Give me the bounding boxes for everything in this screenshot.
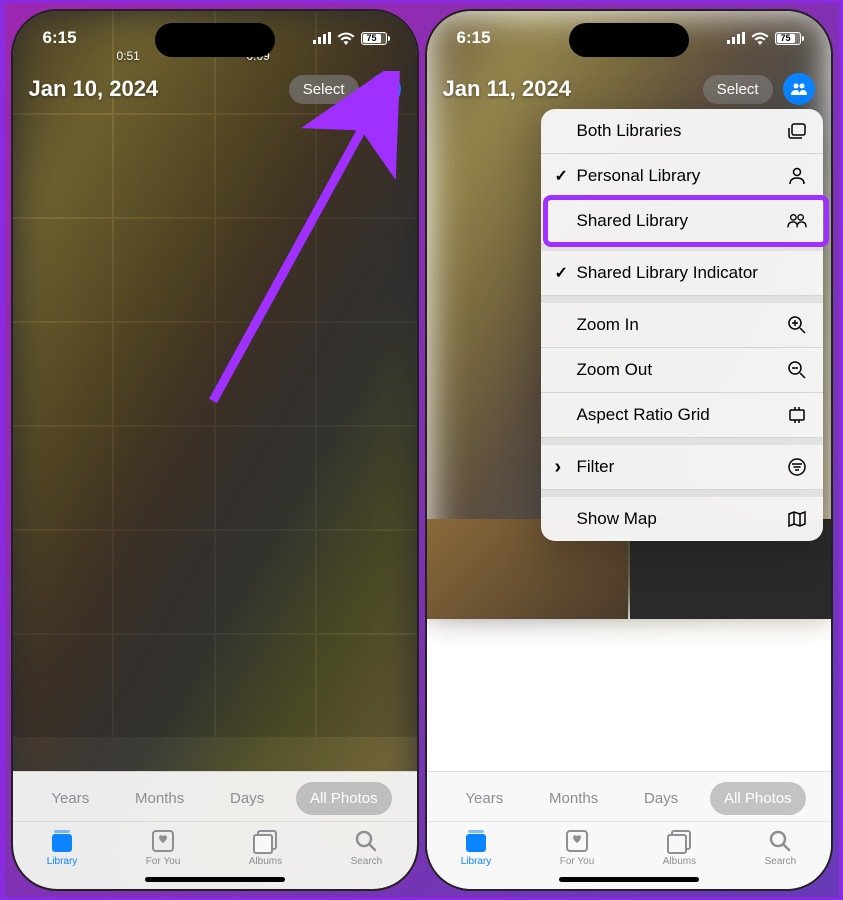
seg-days[interactable]: Days bbox=[216, 782, 278, 815]
status-time: 6:15 bbox=[43, 28, 77, 48]
tab-library[interactable]: Library bbox=[461, 828, 492, 867]
search-icon bbox=[766, 828, 794, 854]
date-title: Jan 11, 2024 bbox=[443, 76, 571, 102]
library-filter-button[interactable] bbox=[783, 73, 815, 105]
menu-aspect-ratio-grid[interactable]: Aspect Ratio Grid bbox=[541, 393, 823, 438]
select-button[interactable]: Select bbox=[289, 75, 359, 104]
wifi-icon bbox=[751, 32, 769, 45]
bottom-bar: Years Months Days All Photos Library For… bbox=[13, 771, 417, 889]
date-title: Jan 10, 2024 bbox=[29, 76, 159, 102]
menu-shared-library[interactable]: Shared Library bbox=[541, 199, 823, 244]
tab-for-you[interactable]: For You bbox=[146, 828, 180, 867]
filter-icon bbox=[787, 457, 807, 477]
tutorial-screenshot-pair: 0:51 0:09 6:15 75 Jan 10, 2024 Select bbox=[5, 3, 839, 897]
seg-all-photos[interactable]: All Photos bbox=[710, 782, 806, 815]
seg-years[interactable]: Years bbox=[37, 782, 103, 815]
phone-right: 6:15 75 Jan 11, 2024 Select Both Librari… bbox=[425, 9, 833, 891]
menu-show-map[interactable]: Show Map bbox=[541, 497, 823, 541]
home-indicator[interactable] bbox=[145, 877, 285, 882]
wifi-icon bbox=[337, 32, 355, 45]
seg-years[interactable]: Years bbox=[451, 782, 517, 815]
seg-days[interactable]: Days bbox=[630, 782, 692, 815]
signal-icon bbox=[727, 32, 745, 44]
person-icon bbox=[377, 81, 393, 97]
person-outline-icon bbox=[787, 166, 807, 186]
dynamic-island bbox=[155, 23, 275, 57]
status-time: 6:15 bbox=[457, 28, 491, 48]
menu-zoom-out[interactable]: Zoom Out bbox=[541, 348, 823, 393]
phone-left: 0:51 0:09 6:15 75 Jan 10, 2024 Select bbox=[11, 9, 419, 891]
signal-icon bbox=[313, 32, 331, 44]
menu-both-libraries[interactable]: Both Libraries bbox=[541, 109, 823, 154]
aspect-ratio-icon bbox=[787, 405, 807, 425]
tab-search[interactable]: Search bbox=[765, 828, 797, 867]
albums-icon bbox=[251, 828, 279, 854]
map-icon bbox=[787, 509, 807, 529]
tab-search[interactable]: Search bbox=[351, 828, 383, 867]
view-segmented-control: Years Months Days All Photos bbox=[427, 782, 831, 815]
menu-shared-library-indicator[interactable]: ✓ Shared Library Indicator bbox=[541, 251, 823, 296]
albums-icon bbox=[665, 828, 693, 854]
seg-months[interactable]: Months bbox=[535, 782, 612, 815]
zoom-out-icon bbox=[787, 360, 807, 380]
tab-bar: Library For You Albums Search bbox=[13, 821, 417, 869]
search-icon bbox=[352, 828, 380, 854]
photos-stack-icon bbox=[787, 121, 807, 141]
menu-personal-library[interactable]: ✓ Personal Library bbox=[541, 154, 823, 199]
library-filter-button[interactable] bbox=[369, 73, 401, 105]
tab-albums[interactable]: Albums bbox=[663, 828, 696, 867]
menu-zoom-in[interactable]: Zoom In bbox=[541, 303, 823, 348]
for-you-icon bbox=[563, 828, 591, 854]
library-icon bbox=[48, 828, 76, 854]
photo-library-grid[interactable] bbox=[13, 11, 417, 889]
select-button[interactable]: Select bbox=[703, 75, 773, 104]
battery-indicator: 75 bbox=[775, 32, 801, 45]
battery-indicator: 75 bbox=[361, 32, 387, 45]
home-indicator[interactable] bbox=[559, 877, 699, 882]
checkmark-icon: ✓ bbox=[555, 263, 568, 283]
seg-months[interactable]: Months bbox=[121, 782, 198, 815]
tab-library[interactable]: Library bbox=[47, 828, 78, 867]
for-you-icon bbox=[149, 828, 177, 854]
tab-for-you[interactable]: For You bbox=[560, 828, 594, 867]
tab-albums[interactable]: Albums bbox=[249, 828, 282, 867]
library-icon bbox=[462, 828, 490, 854]
zoom-in-icon bbox=[787, 315, 807, 335]
view-segmented-control: Years Months Days All Photos bbox=[13, 782, 417, 815]
checkmark-icon: ✓ bbox=[555, 166, 568, 186]
library-filter-popover: Both Libraries ✓ Personal Library Shared… bbox=[541, 109, 823, 541]
bottom-bar: Years Months Days All Photos Library For… bbox=[427, 771, 831, 889]
tab-bar: Library For You Albums Search bbox=[427, 821, 831, 869]
dynamic-island bbox=[569, 23, 689, 57]
seg-all-photos[interactable]: All Photos bbox=[296, 782, 392, 815]
people-icon bbox=[790, 82, 808, 96]
menu-filter[interactable]: Filter bbox=[541, 445, 823, 490]
people-outline-icon bbox=[787, 211, 807, 231]
